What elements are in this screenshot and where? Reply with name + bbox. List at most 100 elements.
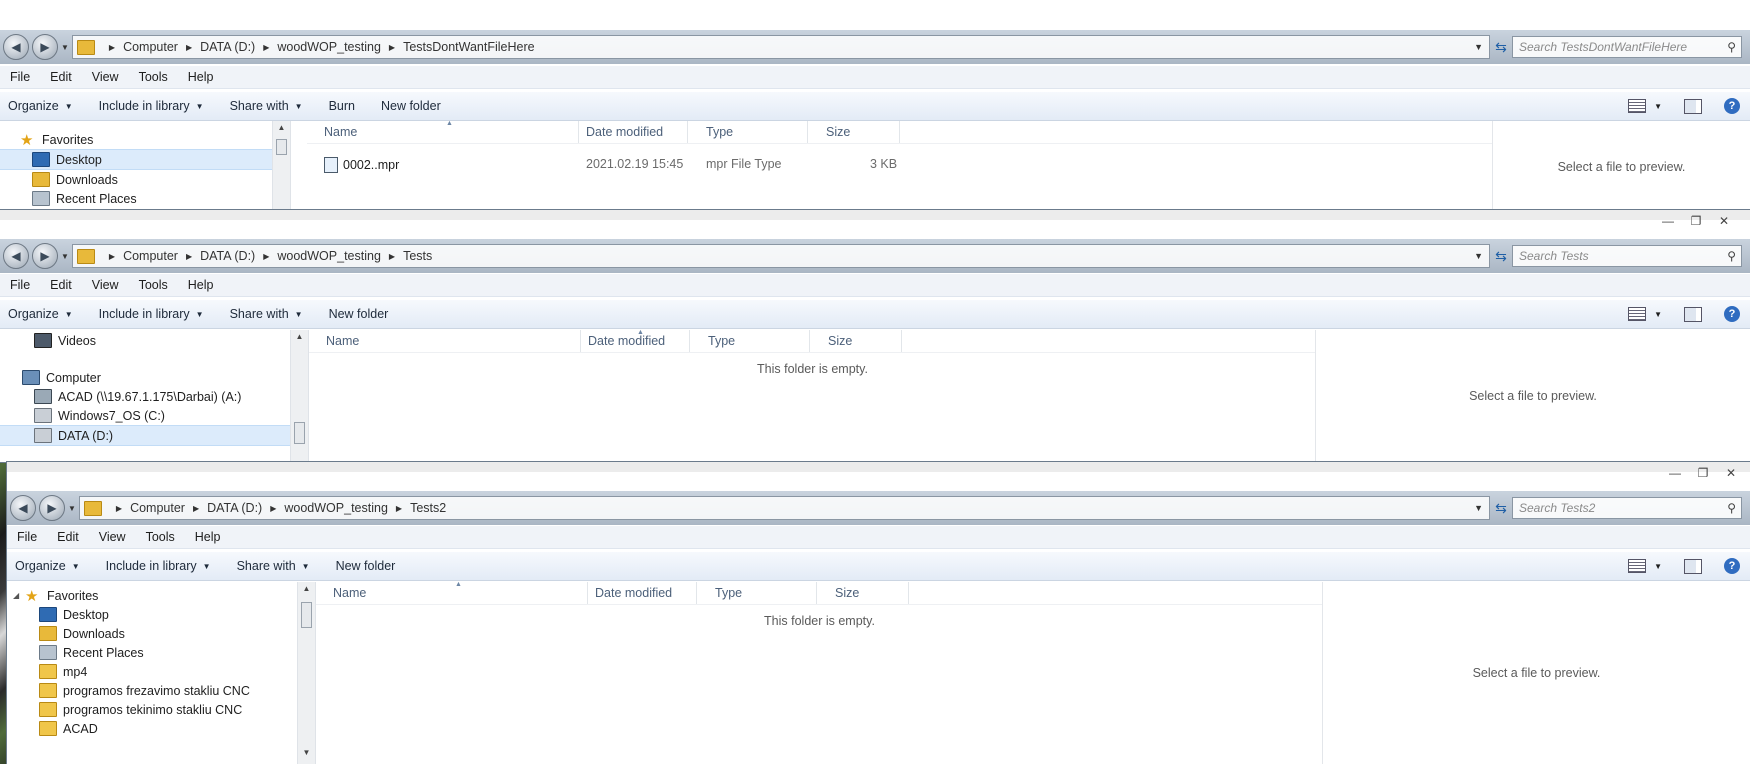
forward-button[interactable]: ▶ (39, 495, 65, 521)
breadcrumb-computer[interactable]: Computer (130, 501, 185, 515)
menu-edit[interactable]: Edit (50, 70, 72, 84)
nav-item-downloads[interactable]: Downloads (7, 624, 297, 643)
nav-item-programos-tekinimo[interactable]: programos tekinimo stakliu CNC (7, 700, 297, 719)
nav-item-computer[interactable]: Computer (0, 368, 290, 387)
address-dropdown-icon[interactable]: ▼ (1474, 503, 1483, 513)
chevron-right-icon[interactable]: ▶ (186, 252, 192, 261)
scroll-up-icon[interactable]: ▲ (298, 584, 315, 598)
search-input[interactable]: Search TestsDontWantFileHere ⚲ (1512, 36, 1742, 58)
nav-item-desktop[interactable]: Desktop (0, 149, 272, 170)
breadcrumb-computer[interactable]: Computer (123, 40, 178, 54)
chevron-right-icon[interactable]: ▶ (109, 252, 115, 261)
chevron-right-icon[interactable]: ▶ (396, 504, 402, 513)
scroll-up-icon[interactable]: ▲ (273, 123, 290, 137)
preview-pane-icon[interactable] (1684, 306, 1702, 322)
column-date-modified[interactable]: Date modified (595, 586, 672, 600)
column-name[interactable]: Name (324, 125, 357, 139)
column-divider[interactable] (696, 582, 697, 604)
column-divider[interactable] (687, 121, 688, 143)
minimize-icon[interactable]: — (1661, 464, 1689, 482)
chevron-right-icon[interactable]: ▶ (116, 504, 122, 513)
maximize-icon[interactable]: □ (1680, 0, 1708, 18)
change-view-button[interactable]: ▼ (1628, 559, 1662, 573)
menu-help[interactable]: Help (195, 530, 221, 544)
menu-file[interactable]: File (10, 278, 30, 292)
column-divider[interactable] (899, 121, 900, 143)
breadcrumb-folder[interactable]: woodWOP_testing (284, 501, 388, 515)
menu-view[interactable]: View (92, 278, 119, 292)
menu-tools[interactable]: Tools (146, 530, 175, 544)
close-icon[interactable]: ✕ (1717, 464, 1745, 482)
menu-edit[interactable]: Edit (57, 530, 79, 544)
recent-pages-dropdown-icon[interactable]: ▼ (61, 43, 69, 52)
scroll-thumb[interactable] (294, 422, 305, 444)
share-with-button[interactable]: Share with ▼ (230, 99, 303, 113)
nav-scrollbar[interactable]: ▲ (290, 330, 308, 462)
menu-help[interactable]: Help (188, 70, 214, 84)
new-folder-button[interactable]: New folder (381, 99, 441, 113)
nav-item-programos-frezavimo[interactable]: programos frezavimo stakliu CNC (7, 681, 297, 700)
breadcrumb-folder[interactable]: woodWOP_testing (277, 40, 381, 54)
refresh-button[interactable]: ⇆ (1490, 36, 1512, 58)
forward-button[interactable]: ▶ (32, 34, 58, 60)
breadcrumb-drive[interactable]: DATA (D:) (207, 501, 262, 515)
close-icon[interactable]: ✕ (1708, 0, 1736, 18)
column-size[interactable]: Size (828, 334, 852, 348)
scroll-thumb[interactable] (301, 602, 312, 628)
back-button[interactable]: ◀ (3, 243, 29, 269)
column-type[interactable]: Type (706, 125, 733, 139)
change-view-button[interactable]: ▼ (1628, 99, 1662, 113)
menu-tools[interactable]: Tools (139, 278, 168, 292)
nav-item-mp4[interactable]: mp4 (7, 662, 297, 681)
preview-pane-icon[interactable] (1684, 98, 1702, 114)
refresh-button[interactable]: ⇆ (1490, 497, 1512, 519)
nav-item-favorites[interactable]: ★ Favorites (0, 130, 272, 149)
chevron-right-icon[interactable]: ▶ (389, 252, 395, 261)
nav-item-recent-places[interactable]: Recent Places (0, 189, 272, 208)
chevron-right-icon[interactable]: ▶ (263, 252, 269, 261)
organize-button[interactable]: Organize ▼ (15, 559, 80, 573)
column-divider[interactable] (578, 121, 579, 143)
column-date-modified[interactable]: Date modified (588, 334, 665, 348)
recent-pages-dropdown-icon[interactable]: ▼ (61, 252, 69, 261)
expand-triangle-icon[interactable]: ◢ (13, 591, 25, 600)
breadcrumb-drive[interactable]: DATA (D:) (200, 249, 255, 263)
chevron-right-icon[interactable]: ▶ (186, 43, 192, 52)
close-icon[interactable]: ✕ (1710, 212, 1738, 230)
help-icon[interactable]: ? (1724, 558, 1740, 574)
back-button[interactable]: ◀ (10, 495, 36, 521)
forward-button[interactable]: ▶ (32, 243, 58, 269)
organize-button[interactable]: Organize ▼ (8, 307, 73, 321)
breadcrumb-current[interactable]: TestsDontWantFileHere (403, 40, 535, 54)
address-bar[interactable]: ▶ Computer ▶ DATA (D:) ▶ woodWOP_testing… (71, 244, 1490, 268)
breadcrumb-current[interactable]: Tests (403, 249, 432, 263)
restore-icon[interactable]: ❐ (1689, 464, 1717, 482)
include-in-library-button[interactable]: Include in library ▼ (99, 99, 204, 113)
menu-file[interactable]: File (17, 530, 37, 544)
column-size[interactable]: Size (835, 586, 859, 600)
menu-view[interactable]: View (99, 530, 126, 544)
change-view-button[interactable]: ▼ (1628, 307, 1662, 321)
back-button[interactable]: ◀ (3, 34, 29, 60)
scroll-thumb[interactable] (276, 139, 287, 155)
chevron-right-icon[interactable]: ▶ (109, 43, 115, 52)
address-bar[interactable]: ▶ Computer ▶ DATA (D:) ▶ woodWOP_testing… (78, 496, 1490, 520)
menu-tools[interactable]: Tools (139, 70, 168, 84)
column-type[interactable]: Type (708, 334, 735, 348)
restore-icon[interactable]: ❐ (1682, 212, 1710, 230)
column-divider[interactable] (901, 330, 902, 352)
nav-item-favorites[interactable]: ◢ ★ Favorites (7, 586, 297, 605)
address-dropdown-icon[interactable]: ▼ (1474, 42, 1483, 52)
nav-item-drive-c[interactable]: Windows7_OS (C:) (0, 406, 290, 425)
column-divider[interactable] (809, 330, 810, 352)
column-divider[interactable] (816, 582, 817, 604)
column-type[interactable]: Type (715, 586, 742, 600)
chevron-right-icon[interactable]: ▶ (389, 43, 395, 52)
new-folder-button[interactable]: New folder (336, 559, 396, 573)
help-icon[interactable]: ? (1724, 98, 1740, 114)
menu-edit[interactable]: Edit (50, 278, 72, 292)
nav-scrollbar[interactable]: ▲ ▼ (297, 582, 315, 764)
chevron-right-icon[interactable]: ▶ (193, 504, 199, 513)
share-with-button[interactable]: Share with ▼ (230, 307, 303, 321)
burn-button[interactable]: Burn (329, 99, 355, 113)
